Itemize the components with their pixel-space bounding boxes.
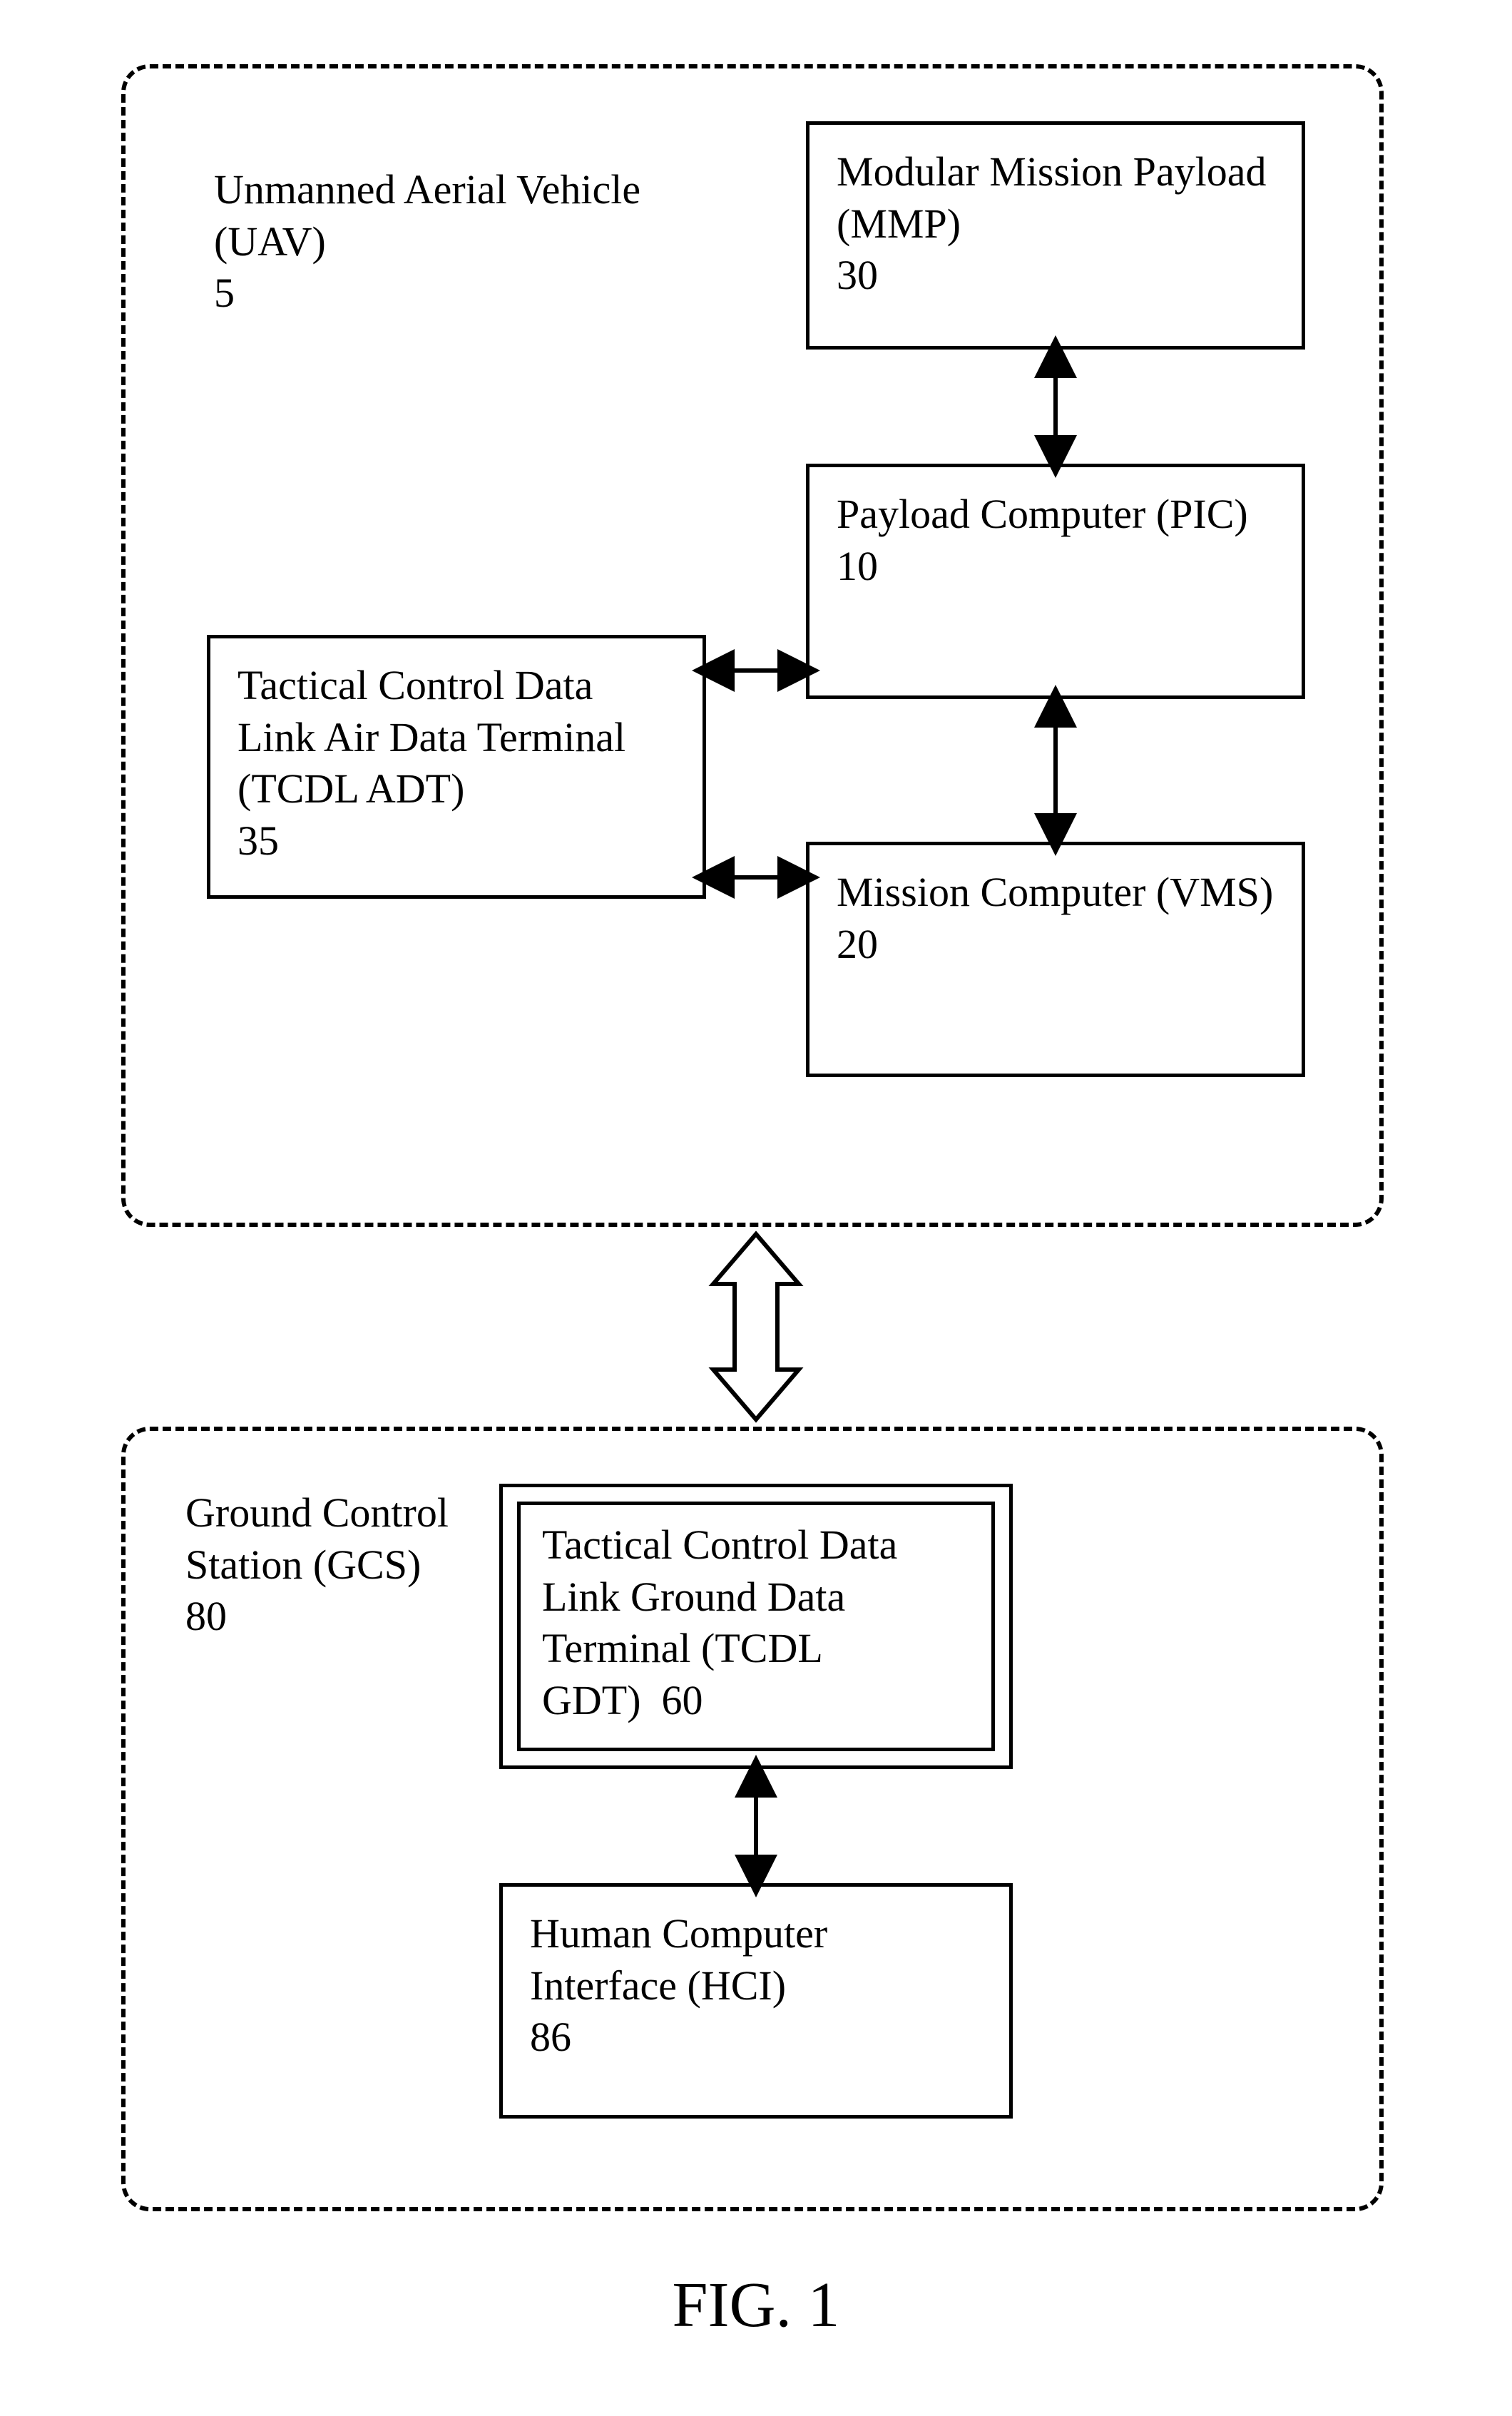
pic-text: Payload Computer (PIC) 10 [837,489,1275,592]
gdt-ref: 60 [662,1677,703,1723]
vms-box: Mission Computer (VMS) 20 [806,842,1305,1077]
arrow-mmp-pic [1041,350,1070,464]
mmp-ref: 30 [837,252,878,298]
figure-label-text: FIG. 1 [672,2270,839,2340]
arrow-tcdl-vms [706,863,806,892]
mmp-box: Modular Mission Payload (MMP) 30 [806,121,1305,350]
gdt-inner-box: Tactical Control Data Link Ground Data T… [517,1502,995,1751]
hci-text: Human Computer Interface (HCI) 86 [530,1908,982,2064]
gcs-ref-text: 80 [185,1593,227,1639]
uav-label: Unmanned Aerial Vehicle (UAV) 5 [214,164,670,320]
gcs-title-text: Ground Control Station (GCS) [185,1489,449,1588]
figure-label: FIG. 1 [672,2268,839,2342]
pic-box: Payload Computer (PIC) 10 [806,464,1305,699]
vms-title: Mission Computer (VMS) [837,869,1273,915]
mmp-title: Modular Mission Payload (MMP) [837,148,1267,247]
uav-title-text: Unmanned Aerial Vehicle (UAV) [214,166,640,265]
vms-ref: 20 [837,921,878,967]
hci-title: Human Computer Interface (HCI) [530,1910,827,2009]
gdt-title: Tactical Control Data Link Ground Data T… [542,1522,897,1723]
tcdl-adt-title: Tactical Control Data Link Air Data Term… [237,662,625,812]
pic-ref: 10 [837,543,878,589]
hci-ref: 86 [530,2014,571,2060]
gdt-outer-box: Tactical Control Data Link Ground Data T… [499,1484,1013,1769]
hci-box: Human Computer Interface (HCI) 86 [499,1883,1013,2119]
tcdl-adt-box: Tactical Control Data Link Air Data Term… [207,635,706,899]
big-arrow-uav-gcs [685,1227,827,1427]
gcs-label: Ground Control Station (GCS) 80 [185,1487,485,1643]
arrow-pic-vms [1041,699,1070,842]
tcdl-adt-ref: 35 [237,817,279,864]
uav-ref-text: 5 [214,270,235,316]
pic-title: Payload Computer (PIC) [837,491,1248,537]
arrow-gdt-hci [742,1769,770,1883]
gdt-text: Tactical Control Data Link Ground Data T… [542,1519,970,1726]
tcdl-adt-text: Tactical Control Data Link Air Data Term… [237,660,675,867]
mmp-text: Modular Mission Payload (MMP) 30 [837,146,1275,302]
vms-text: Mission Computer (VMS) 20 [837,867,1275,970]
arrow-tcdl-pic [706,656,806,685]
diagram-container: Unmanned Aerial Vehicle (UAV) 5 Modular … [0,0,1512,2416]
